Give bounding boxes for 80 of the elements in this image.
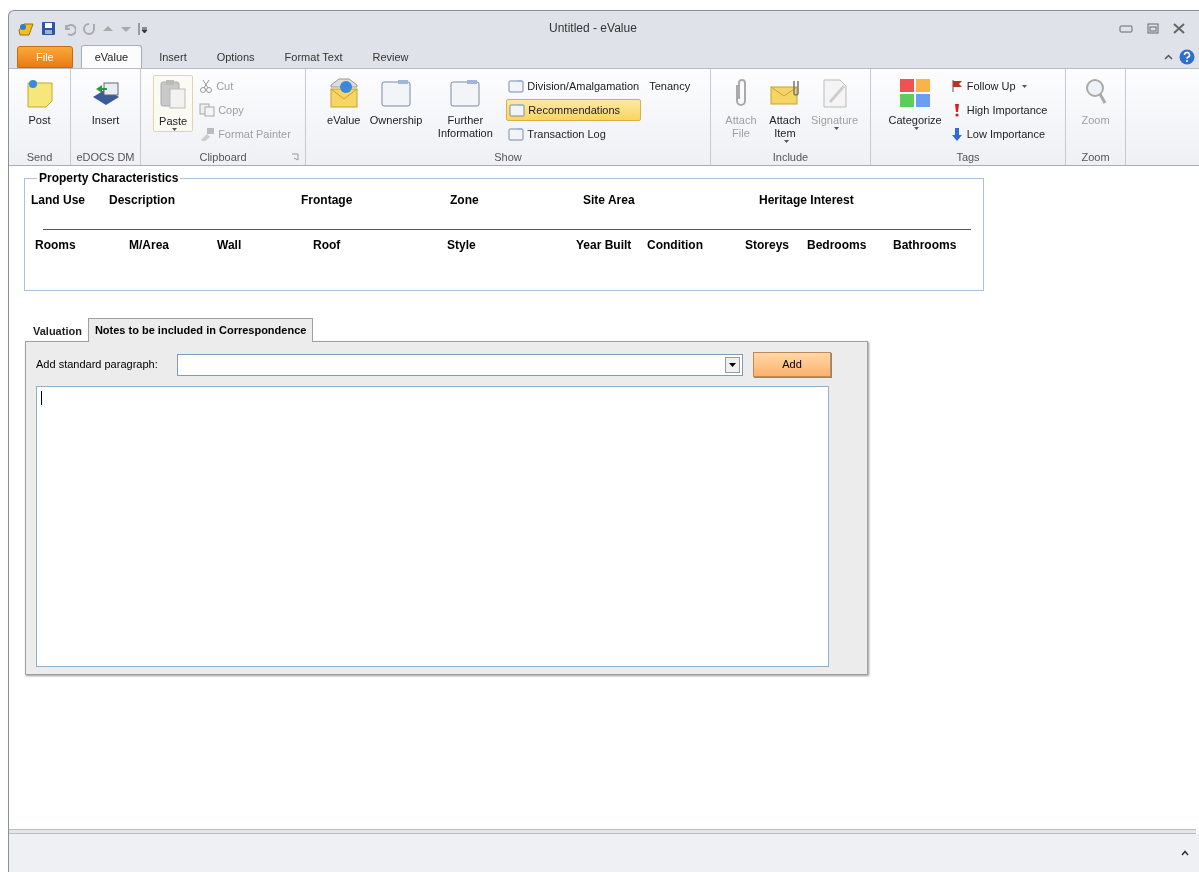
- caret-icon: [914, 127, 920, 130]
- ribbon-button[interactable]: Transaction Log: [506, 123, 642, 145]
- redo-icon[interactable]: [82, 21, 96, 36]
- colored-squares-icon: [898, 77, 933, 109]
- save-icon[interactable]: [41, 21, 56, 36]
- ribbon-tab[interactable]: Review: [359, 46, 422, 68]
- ribbon-button[interactable]: eValue: [323, 75, 364, 127]
- field-label: Add standard paragraph:: [36, 357, 159, 373]
- ribbon-button[interactable]: Low Importance: [947, 123, 1050, 145]
- caret-icon: [1021, 84, 1027, 88]
- flag-icon: [949, 79, 964, 93]
- up-arrow-icon[interactable]: [102, 23, 114, 34]
- field-label: Heritage Interest: [759, 192, 855, 209]
- window-title: Untitled - eValue: [549, 20, 637, 37]
- field-label: Frontage: [301, 192, 354, 209]
- group-label: Show: [494, 149, 522, 165]
- maximize-icon[interactable]: [1147, 23, 1159, 34]
- folder-icon: [508, 127, 525, 141]
- close-icon[interactable]: [1173, 23, 1185, 34]
- minimize-icon[interactable]: [1119, 24, 1133, 33]
- field-label: Wall: [217, 237, 243, 254]
- caret-icon: [172, 128, 178, 131]
- ribbon-button[interactable]: Recommendations: [506, 99, 642, 121]
- help-icon[interactable]: [1179, 49, 1195, 65]
- tab[interactable]: Valuation: [27, 321, 88, 341]
- scissors-icon: [199, 79, 214, 93]
- copy-icon: [199, 103, 216, 117]
- folder-icon: [509, 103, 526, 117]
- field-label: Site Area: [583, 192, 636, 209]
- folder-icon: [380, 77, 413, 109]
- group-label: Tags: [956, 149, 980, 165]
- field-label: Zone: [450, 192, 480, 209]
- ribbon-button[interactable]: Tenancy: [647, 75, 693, 97]
- ribbon-tab[interactable]: Format Text: [271, 46, 356, 68]
- undo-icon[interactable]: [62, 21, 76, 36]
- ribbon-button[interactable]: Further Information: [428, 75, 503, 140]
- ribbon-tab[interactable]: eValue: [80, 45, 143, 68]
- folder-icon: [508, 79, 525, 93]
- panel-title: Property Characteristics: [37, 172, 181, 185]
- caret-icon: [783, 140, 789, 143]
- group-label: Include: [772, 149, 809, 165]
- brush-icon: [199, 127, 216, 141]
- expand-icon[interactable]: [1181, 850, 1189, 856]
- field-label: Land Use: [31, 192, 86, 209]
- group-label: Send: [26, 149, 53, 165]
- field-label: M/Area: [129, 237, 170, 254]
- ribbon-tab[interactable]: Insert: [146, 46, 200, 68]
- ribbon-button[interactable]: Post: [19, 75, 60, 127]
- down-arrow-icon: [949, 127, 964, 141]
- add-button[interactable]: Add: [753, 352, 831, 377]
- dialog-launcher-icon[interactable]: [291, 153, 299, 161]
- group-label: Clipboard: [199, 149, 247, 165]
- field-label: Description: [109, 192, 176, 209]
- field-label: Rooms: [35, 237, 77, 254]
- field-label: Style: [447, 237, 477, 254]
- ribbon-button[interactable]: Insert: [85, 75, 126, 127]
- text-cursor-icon: [41, 391, 42, 405]
- customize-icon[interactable]: [138, 21, 148, 36]
- field-label: Year Built: [576, 237, 633, 254]
- ribbon-button[interactable]: Attach Item: [764, 75, 805, 143]
- ribbon-button[interactable]: Paste: [153, 75, 194, 132]
- field-label: Bathrooms: [893, 237, 958, 254]
- field-label: Storeys: [745, 237, 791, 254]
- collapse-ribbon-icon[interactable]: [1164, 54, 1173, 60]
- field-label: Condition: [647, 237, 704, 254]
- ribbon-button[interactable]: Categorize: [886, 75, 944, 130]
- field-label: Bedrooms: [807, 237, 868, 254]
- folder-icon: [449, 77, 482, 109]
- caret-icon: [833, 127, 839, 130]
- ribbon-button[interactable]: High Importance: [947, 99, 1050, 121]
- app-icon[interactable]: [17, 20, 35, 37]
- group-label: Zoom: [1081, 149, 1110, 165]
- field-label: Roof: [313, 237, 342, 254]
- ribbon-button[interactable]: Division/Amalgamation: [506, 75, 642, 97]
- clipboard-icon: [158, 78, 189, 110]
- ribbon-button[interactable]: Ownership: [367, 75, 425, 127]
- group-label: eDOCS DM: [76, 149, 135, 165]
- ribbon-tab[interactable]: Options: [203, 46, 268, 68]
- tab[interactable]: Notes to be included in Correspondence: [87, 318, 314, 342]
- ribbon-button[interactable]: Follow Up: [947, 75, 1050, 97]
